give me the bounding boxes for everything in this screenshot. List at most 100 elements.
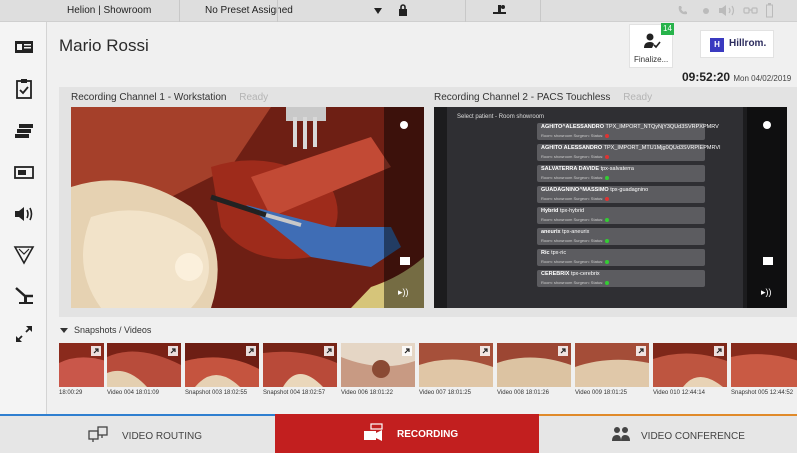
clock: 09:52:20 Mon 04/02/2019 (682, 70, 791, 84)
expand-icon (16, 326, 32, 342)
pacs-row[interactable]: CEREBRIX tpx-cerebrix Room: showroom Sur… (537, 270, 705, 287)
audio-icon[interactable]: ▸)) (398, 287, 412, 299)
expand-arrow-icon (91, 346, 101, 356)
camera-icon[interactable] (400, 257, 410, 265)
snapshots-header: Snapshots / Videos (74, 325, 152, 335)
snapshot-caption: Snapshot 005 12:44:52 (731, 390, 794, 396)
expand-arrow-icon (402, 346, 412, 356)
pacs-row[interactable]: AGHITO ALESSANDRO TPX_IMPORT_MTU1Mjg0QUd… (537, 144, 721, 161)
channel-1-video[interactable]: ▸)) (71, 107, 424, 308)
snapshot-caption: Snapshot 004 18:02:57 (263, 390, 326, 396)
pacs-row[interactable]: Ric tpx-ric Room: showroom Surgeon: Stat… (537, 249, 705, 266)
record-indicator-icon (400, 121, 408, 129)
finalize-button[interactable]: 14 Finalize... (629, 23, 674, 68)
audio-icon[interactable]: ▸)) (761, 287, 775, 299)
snapshot-thumb[interactable] (731, 343, 797, 387)
snapshot-thumb[interactable] (263, 343, 337, 387)
bottom-tab-bar: VIDEO ROUTING RECORDING VIDEO CONFERENCE (0, 414, 797, 453)
snapshot-thumb[interactable] (575, 343, 649, 387)
expand-arrow-icon (246, 346, 256, 356)
sidebar-item-lights[interactable] (13, 244, 35, 266)
brand-mark: H (710, 38, 724, 52)
divider (540, 0, 541, 22)
snapshot-caption: Video 006 18:01:22 (341, 390, 393, 396)
app-window: Helion | Showroom No Preset Assigned Mar… (0, 0, 797, 453)
sidebar-item-audio[interactable] (13, 203, 35, 225)
sidebar-item-layers[interactable] (13, 120, 35, 142)
recording-channels-panel: Recording Channel 1 - Workstation Ready … (59, 87, 797, 317)
tab-label: VIDEO CONFERENCE (641, 431, 745, 442)
snapshots-toggle[interactable]: Snapshots / Videos (60, 325, 151, 335)
divider (277, 0, 278, 22)
snapshot-thumb[interactable] (59, 343, 104, 387)
sidebar-item-checklist[interactable] (13, 78, 35, 100)
snapshot-thumb[interactable] (107, 343, 181, 387)
sidebar-item-displays[interactable] (13, 161, 35, 183)
volume-icon (15, 207, 33, 221)
sidebar-item-patient[interactable] (13, 36, 35, 58)
status-dot (605, 196, 610, 201)
channel-2-video[interactable]: Select patient - Room showroom AGHITO^AL… (434, 107, 787, 308)
sidebar-item-table[interactable] (13, 284, 35, 306)
preset-label[interactable]: No Preset Assigned (205, 5, 293, 16)
snapshot-caption: 18:00:29 (59, 390, 83, 396)
operating-table-icon[interactable] (492, 3, 507, 17)
patient-name: Mario Rossi (59, 36, 149, 55)
pacs-row[interactable]: SALVATERRA DAVIDE tpx-salvaterra Room: s… (537, 165, 705, 182)
divider (465, 0, 466, 22)
brand-name: Hillrom. (729, 38, 767, 49)
status-dot (605, 175, 610, 180)
pacs-row[interactable]: aneurix tpx-aneurix Room: showroom Surge… (537, 228, 705, 245)
pacs-patient-list[interactable]: Select patient - Room showroom AGHITO^AL… (447, 107, 743, 308)
channel-1-status: Ready (239, 92, 269, 103)
video-routing-icon (88, 426, 108, 442)
expand-arrow-icon (558, 346, 568, 356)
speaker-icon[interactable] (719, 5, 737, 16)
snapshot-caption: Video 007 18:01:25 (419, 390, 471, 396)
chevron-down-icon[interactable] (374, 8, 382, 14)
site-name: Helion | Showroom (67, 5, 152, 16)
tab-recording[interactable]: RECORDING (275, 414, 539, 453)
snapshot-thumb[interactable] (653, 343, 727, 387)
finalize-count-badge: 14 (661, 23, 674, 35)
snapshot-thumb[interactable] (497, 343, 571, 387)
snapshot-thumb[interactable] (341, 343, 415, 387)
channel-2-status: Ready (623, 92, 653, 103)
phone-icon[interactable] (677, 5, 688, 16)
expand-arrow-icon (714, 346, 724, 356)
snapshot-thumb[interactable] (419, 343, 493, 387)
tab-video-conference[interactable]: VIDEO CONFERENCE (539, 414, 797, 453)
expand-arrow-icon (480, 346, 490, 356)
sidebar-item-fullscreen[interactable] (13, 323, 35, 345)
expand-arrow-icon (636, 346, 646, 356)
glasses-icon[interactable] (743, 6, 758, 15)
camera-icon[interactable] (763, 257, 773, 265)
surgical-video-frame (71, 107, 424, 308)
display-screens-icon (14, 166, 34, 179)
expand-arrow-icon (168, 346, 178, 356)
user-check-icon (644, 33, 661, 49)
recording-icon (364, 423, 383, 441)
divider (179, 0, 180, 22)
channel-1-controls: ▸)) (384, 107, 424, 308)
pacs-row[interactable]: AGHITO^ALESSANDRO TPX_IMPORT_NTQyNjY3QUd… (537, 123, 719, 140)
clock-time: 09:52:20 (682, 70, 731, 84)
status-dot (605, 217, 610, 222)
surgical-table-icon (15, 287, 33, 304)
snapshot-thumb[interactable] (185, 343, 259, 387)
tab-video-routing[interactable]: VIDEO ROUTING (0, 414, 275, 453)
status-dot (605, 280, 610, 285)
status-dot (605, 154, 610, 159)
status-dot (605, 133, 610, 138)
finalize-label: Finalize... (634, 55, 669, 64)
lock-icon[interactable] (398, 3, 408, 17)
left-sidebar (0, 22, 47, 414)
ceiling-light-icon (13, 246, 35, 265)
pacs-row[interactable]: GUADAGNINO^MASSIMO tpx-guadagnino Room: … (537, 186, 705, 203)
pacs-row[interactable]: Hybrid tpx-hybrid Room: showroom Surgeon… (537, 207, 705, 224)
channel-1-name: Recording Channel 1 - Workstation (71, 92, 227, 103)
snapshot-caption: Video 004 18:01:09 (107, 390, 159, 396)
top-status-bar: Helion | Showroom No Preset Assigned (0, 0, 797, 22)
status-dot (605, 259, 610, 264)
clipboard-check-icon (16, 79, 32, 99)
